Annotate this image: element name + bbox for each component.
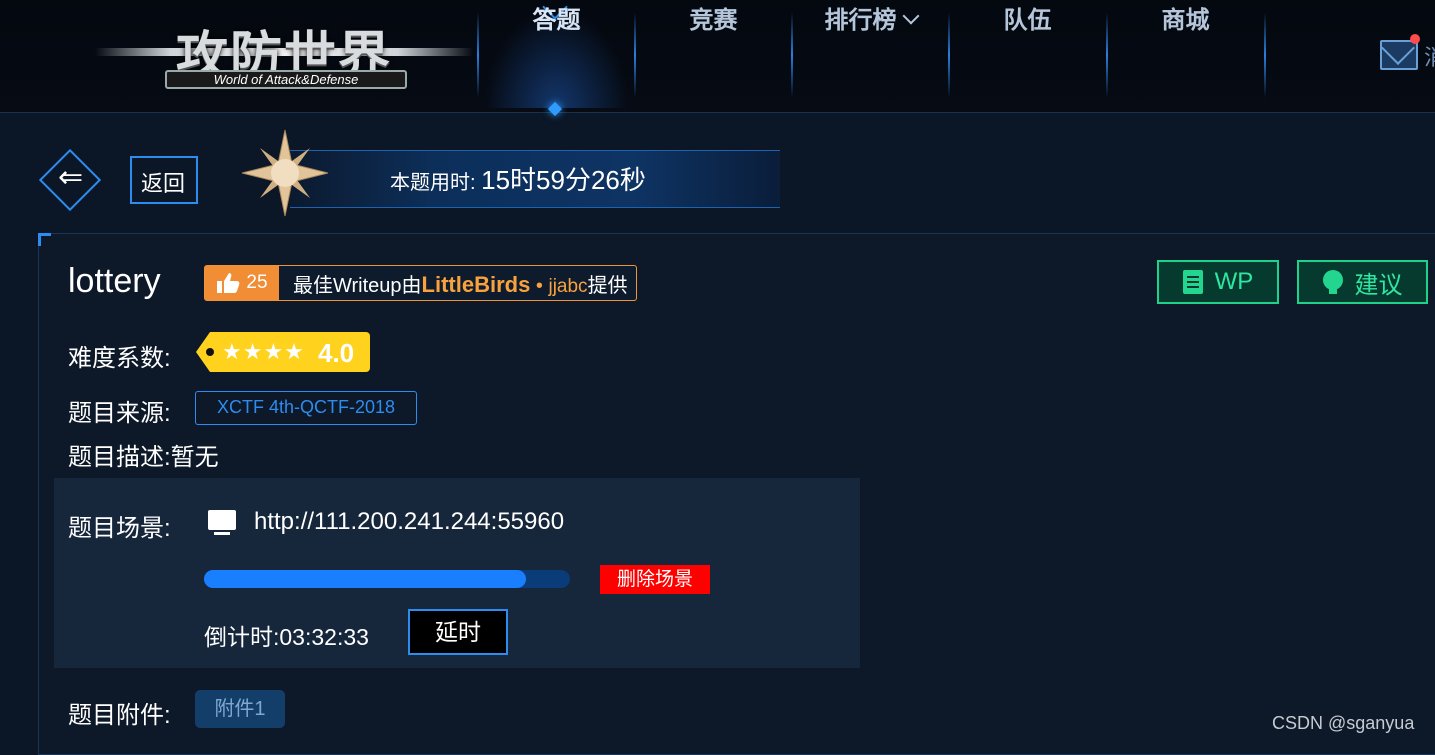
writeup-separator: • (535, 274, 543, 297)
difficulty-stars-icon: ★★★★ (222, 339, 305, 364)
writeup-text: 最佳Writeup由LittleBirds • jjabc提供 (279, 269, 636, 298)
likes-box[interactable]: 25 (205, 266, 279, 300)
back-label: 返回 (140, 171, 185, 196)
wp-button[interactable]: WP (1157, 260, 1279, 304)
thumbs-up-icon (217, 273, 240, 293)
nav-item-team[interactable]: 队伍 (949, 0, 1106, 108)
nav-divider (1264, 12, 1266, 98)
nav-item-competition[interactable]: 竞赛 (635, 0, 792, 108)
countdown-value: 03:32:33 (279, 624, 369, 650)
chevron-down-icon (902, 7, 919, 25)
nav-item-ranking[interactable]: 排行榜 (792, 0, 949, 108)
timer-value: 15时59分26秒 (481, 165, 646, 195)
suggest-button[interactable]: 建议 (1297, 260, 1428, 304)
best-writeup-badge[interactable]: 25 最佳Writeup由LittleBirds • jjabc提供 (204, 265, 637, 301)
description-value: 暂无 (170, 444, 219, 471)
mail-icon[interactable] (1380, 40, 1418, 70)
difficulty-value: 4.0 (318, 338, 355, 368)
scene-label: 题目场景: (68, 515, 171, 542)
nav-divider (477, 12, 479, 98)
scene-url[interactable]: http://111.200.241.244:55960 (254, 508, 564, 536)
countdown: 倒计时:03:32:33 (204, 618, 369, 652)
challenge-title: lottery (68, 262, 161, 300)
writeup-prefix: 最佳Writeup由 (293, 274, 422, 297)
writeup-user[interactable]: jjabc (548, 276, 587, 297)
attachment-button[interactable]: 附件1 (195, 690, 285, 728)
logo-text-en: World of Attack&Defense (165, 70, 407, 89)
messages-label[interactable]: 消 (1424, 40, 1435, 72)
source-label: 题目来源: (68, 400, 171, 427)
scene-progress-fill (204, 570, 527, 588)
difficulty-tag: ★★★★ 4.0 (196, 332, 370, 372)
top-navbar: 攻防世界 World of Attack&Defense 答题 竞赛 排行榜 队… (0, 0, 1435, 117)
nav-item-shop[interactable]: 商城 (1107, 0, 1264, 108)
time-used-banner: 本题用时: 15时59分26秒 (240, 128, 780, 218)
timer-text: 本题用时: 15时59分26秒 (390, 160, 646, 197)
delete-scene-button[interactable]: 删除场景 (600, 565, 710, 594)
attachment-label: 题目附件: (68, 702, 171, 729)
timer-label: 本题用时: (390, 172, 476, 194)
nav-item-answer[interactable]: 答题 (478, 0, 635, 108)
watermark: CSDN @sganyua (1272, 713, 1415, 733)
panel-corner (38, 233, 51, 246)
difficulty-label: 难度系数: (68, 345, 171, 372)
document-icon (1182, 270, 1203, 294)
tag-hole (206, 348, 214, 356)
description-label: 题目描述:暂无 (68, 437, 219, 472)
notification-dot (1410, 34, 1420, 44)
suggest-button-label: 建议 (1354, 271, 1403, 299)
compass-star-icon (241, 129, 329, 217)
back-button[interactable]: ⇐ 返回 (38, 148, 198, 212)
source-tag[interactable]: XCTF 4th-QCTF-2018 (195, 391, 417, 425)
extend-time-button[interactable]: 延时 (408, 609, 508, 655)
description-label-text: 题目描述: (68, 444, 171, 471)
writeup-suffix: 提供 (587, 274, 628, 297)
monitor-icon (208, 510, 236, 535)
wp-button-label: WP (1214, 268, 1254, 295)
countdown-label: 倒计时: (204, 624, 280, 650)
lightbulb-icon (1322, 270, 1343, 294)
likes-count: 25 (246, 272, 268, 293)
site-logo[interactable]: 攻防世界 World of Attack&Defense (95, 10, 473, 96)
nav-item-ranking-label: 排行榜 (824, 7, 897, 34)
arrow-left-icon: ⇐ (58, 161, 84, 194)
scene-progress-bar (204, 570, 570, 588)
writeup-team[interactable]: LittleBirds (422, 272, 531, 297)
